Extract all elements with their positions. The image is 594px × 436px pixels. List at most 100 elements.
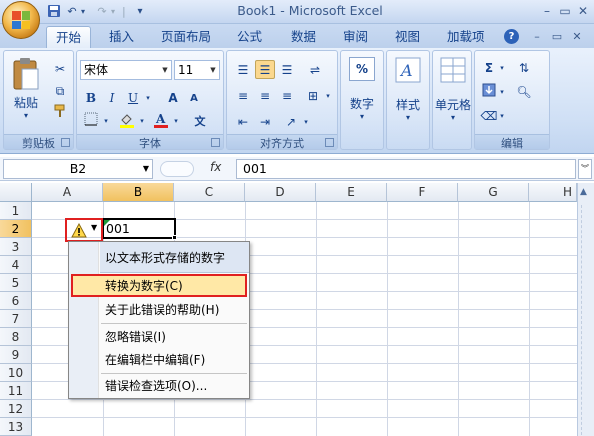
cut-icon[interactable]: ✂ — [50, 59, 70, 78]
border-dropdown-icon[interactable]: ▾ — [101, 111, 111, 130]
row-header[interactable]: 1 — [0, 202, 32, 220]
phonetic-button[interactable]: 文 — [187, 111, 213, 130]
chevron-down-icon[interactable]: ▼ — [207, 61, 219, 79]
merge-dropdown-icon[interactable]: ▾ — [323, 86, 333, 105]
help-icon[interactable]: ? — [504, 29, 519, 44]
underline-button[interactable]: U — [123, 88, 143, 107]
tab-add-ins[interactable]: 加载项 — [438, 26, 494, 48]
active-cell-B2[interactable]: 001 — [102, 218, 176, 239]
row-header[interactable]: 8 — [0, 328, 32, 346]
vertical-scrollbar[interactable]: ▲ — [577, 183, 594, 436]
row-header[interactable]: 9 — [0, 346, 32, 364]
font-color-dropdown-icon[interactable]: ▾ — [171, 111, 181, 130]
italic-button[interactable]: I — [102, 88, 122, 107]
tab-review[interactable]: 审阅 — [334, 26, 377, 48]
office-button[interactable] — [2, 1, 40, 39]
tab-page-layout[interactable]: 页面布局 — [152, 26, 220, 48]
decrease-indent-icon[interactable]: ⇤ — [233, 112, 253, 131]
menu-item-convert-to-number[interactable]: 转换为数字(C) — [105, 276, 183, 296]
column-header[interactable]: B — [103, 183, 174, 202]
number-format-button[interactable]: % 数字 ▾ — [343, 57, 381, 137]
maximize-icon[interactable]: ▭ — [556, 3, 574, 19]
alignment-launcher-icon[interactable] — [325, 138, 334, 147]
align-center-icon[interactable]: ≡ — [255, 86, 275, 105]
column-header[interactable]: F — [387, 183, 458, 202]
tab-home[interactable]: 开始 — [46, 26, 92, 48]
formula-input[interactable]: 001 — [236, 159, 576, 179]
bold-button[interactable]: B — [81, 88, 101, 107]
formula-bar-resize-handle[interactable] — [160, 161, 194, 177]
format-painter-icon[interactable] — [50, 103, 70, 122]
redo-dropdown-icon[interactable]: ▾ — [108, 4, 118, 20]
tab-data[interactable]: 数据 — [282, 26, 325, 48]
orientation-dropdown-icon[interactable]: ▾ — [301, 112, 311, 131]
clipboard-launcher-icon[interactable] — [61, 138, 70, 147]
align-bottom-icon[interactable]: ☰ — [277, 60, 297, 79]
workbook-close-icon[interactable]: ✕ — [568, 29, 586, 45]
align-left-icon[interactable]: ≡ — [233, 86, 253, 105]
insert-function-icon[interactable]: fx — [210, 160, 221, 174]
expand-formula-bar-icon[interactable]: ︾ — [578, 159, 592, 179]
fill-handle[interactable] — [172, 235, 177, 240]
tab-formulas[interactable]: 公式 — [228, 26, 271, 48]
row-header[interactable]: 7 — [0, 310, 32, 328]
copy-icon[interactable]: ⧉ — [50, 81, 70, 100]
autosum-dropdown-icon[interactable]: ▾ — [497, 58, 507, 77]
save-icon[interactable] — [46, 4, 62, 20]
undo-dropdown-icon[interactable]: ▾ — [78, 4, 88, 20]
column-header[interactable]: H — [529, 183, 577, 202]
column-header[interactable]: G — [458, 183, 529, 202]
font-launcher-icon[interactable] — [211, 138, 220, 147]
font-size-combo[interactable]: 11 ▼ — [174, 60, 220, 80]
sort-filter-icon[interactable]: ⇅ — [511, 58, 537, 77]
merge-center-icon[interactable]: ⊞ — [303, 86, 323, 105]
menu-item-help[interactable]: 关于此错误的帮助(H) — [105, 300, 219, 320]
menu-item-ignore-error[interactable]: 忽略错误(I) — [105, 327, 166, 347]
scroll-up-icon[interactable]: ▲ — [580, 187, 587, 197]
tab-insert[interactable]: 插入 — [100, 26, 143, 48]
fill-color-dropdown-icon[interactable]: ▾ — [137, 111, 147, 130]
close-icon[interactable]: ✕ — [574, 3, 592, 19]
shrink-font-button[interactable]: A — [184, 88, 204, 107]
styles-button[interactable]: A 样式 ▾ — [389, 57, 427, 137]
column-header[interactable]: D — [245, 183, 316, 202]
align-top-icon[interactable]: ☰ — [233, 60, 253, 79]
wrap-text-icon[interactable]: ⇌ — [305, 60, 325, 79]
row-header[interactable]: 6 — [0, 292, 32, 310]
menu-item-edit-in-formula-bar[interactable]: 在编辑栏中编辑(F) — [105, 350, 205, 370]
row-header[interactable]: 5 — [0, 274, 32, 292]
chevron-down-icon[interactable]: ▼ — [159, 61, 171, 79]
name-box[interactable]: B2 ▼ — [3, 159, 153, 179]
orientation-icon[interactable]: ↗ — [281, 112, 301, 131]
row-header[interactable]: 4 — [0, 256, 32, 274]
grow-font-button[interactable]: A — [163, 88, 183, 107]
row-header[interactable]: 12 — [0, 400, 32, 418]
font-color-icon[interactable]: A — [151, 111, 171, 130]
align-middle-icon[interactable]: ☰ — [255, 60, 275, 79]
font-name-combo[interactable]: 宋体 ▼ — [80, 60, 172, 80]
ribbon-minimize-icon[interactable]: – — [528, 29, 546, 45]
clear-dropdown-icon[interactable]: ▾ — [497, 106, 507, 125]
chevron-down-icon[interactable]: ▼ — [143, 160, 149, 178]
paste-button[interactable]: 粘贴 ▾ — [7, 55, 45, 131]
find-select-icon[interactable]: 🔍︎ — [511, 82, 537, 101]
row-header[interactable]: 3 — [0, 238, 32, 256]
error-smart-tag[interactable]: ▼ — [65, 218, 103, 242]
increase-indent-icon[interactable]: ⇥ — [255, 112, 275, 131]
column-header[interactable]: C — [174, 183, 245, 202]
align-right-icon[interactable]: ≡ — [277, 86, 297, 105]
clear-icon[interactable]: ⌫ — [479, 106, 499, 125]
customize-toolbar-icon[interactable]: ▾ — [132, 4, 148, 20]
row-header[interactable]: 11 — [0, 382, 32, 400]
row-header[interactable]: 13 — [0, 418, 32, 436]
column-header[interactable]: E — [316, 183, 387, 202]
column-header[interactable]: A — [32, 183, 103, 202]
ribbon-restore-icon[interactable]: ▭ — [548, 29, 566, 45]
fill-color-icon[interactable] — [117, 111, 137, 130]
row-header[interactable]: 2 — [0, 220, 32, 238]
border-icon[interactable] — [81, 111, 101, 130]
minimize-icon[interactable]: – — [538, 3, 556, 19]
fill-icon[interactable] — [479, 82, 499, 101]
menu-item-error-checking-options[interactable]: 错误检查选项(O)... — [105, 376, 207, 396]
row-header[interactable]: 10 — [0, 364, 32, 382]
